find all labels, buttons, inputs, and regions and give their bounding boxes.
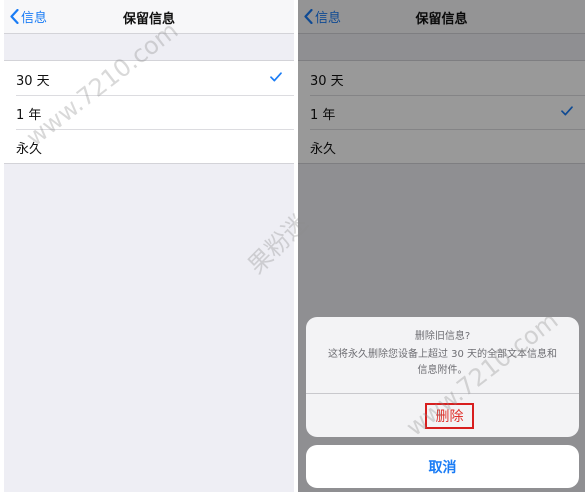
- checkmark-icon: [270, 72, 282, 82]
- option-label: 永久: [16, 142, 43, 157]
- alert-message: 这将永久删除您设备上超过 30 天的全部文本信息和信息附件。: [327, 349, 558, 376]
- retention-screen-right: 信息 保留信息 30 天 1 年 永久 删除旧信息? 这将永久删除您设备上超过 …: [298, 0, 585, 492]
- option-forever[interactable]: 永久: [4, 129, 294, 163]
- cancel-button[interactable]: 取消: [306, 445, 579, 488]
- retention-screen-left: 信息 保留信息 30 天 1 年 永久: [4, 0, 294, 492]
- option-label: 30 天: [16, 74, 50, 89]
- option-label: 1 年: [16, 108, 42, 123]
- delete-confirmation-sheet: 删除旧信息? 这将永久删除您设备上超过 30 天的全部文本信息和信息附件。 删除: [306, 317, 579, 437]
- navigation-bar: 信息 保留信息: [4, 0, 294, 34]
- retention-options-list: 30 天 1 年 永久: [4, 60, 294, 164]
- option-30-days[interactable]: 30 天: [4, 61, 294, 95]
- delete-button[interactable]: 删除: [425, 403, 474, 429]
- option-1-year[interactable]: 1 年: [4, 95, 294, 129]
- alert-title: 删除旧信息?: [414, 331, 471, 342]
- page-title: 保留信息: [122, 12, 175, 27]
- divider: [306, 393, 579, 394]
